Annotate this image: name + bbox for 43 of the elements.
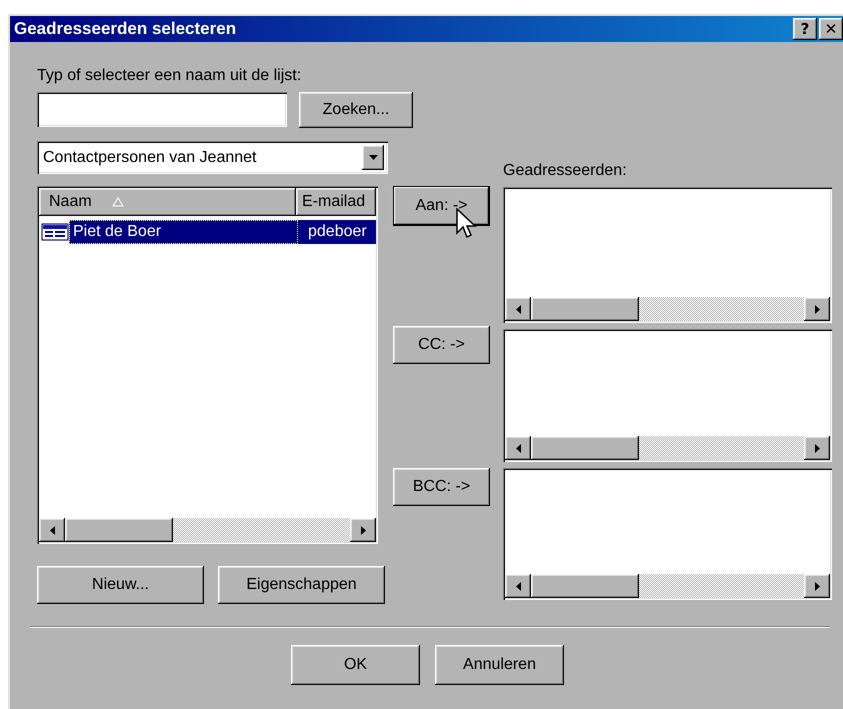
new-button[interactable]: Nieuw...: [37, 566, 204, 604]
window-title: Geadresseerden selecteren: [14, 19, 236, 39]
contact-card-icon: [41, 222, 69, 242]
recipients-label: Geadresseerden:: [503, 161, 628, 181]
sort-triangle-icon: [112, 197, 124, 207]
add-recipient-button[interactable]: CC: ->: [393, 326, 490, 364]
search-field[interactable]: [37, 92, 287, 127]
scroll-right-button[interactable]: [804, 297, 830, 321]
help-button[interactable]: ?: [793, 18, 817, 40]
right-arrow-icon: [814, 304, 820, 314]
scroll-left-button[interactable]: [39, 518, 65, 542]
scroll-left-button[interactable]: [505, 574, 531, 598]
ok-button[interactable]: OK: [291, 645, 420, 685]
address-book-dropdown[interactable]: Contactpersonen van Jeannet: [37, 141, 388, 174]
column-header[interactable]: Naam: [39, 188, 296, 216]
cancel-button[interactable]: Annuleren: [435, 645, 564, 685]
scroll-thumb[interactable]: [531, 297, 639, 321]
scroll-left-button[interactable]: [505, 297, 531, 321]
right-arrow-icon: [814, 444, 820, 452]
left-arrow-icon: [516, 304, 520, 314]
left-arrow-icon: [50, 526, 54, 534]
right-arrow-icon: [814, 582, 820, 590]
scroll-right-button[interactable]: [350, 518, 376, 542]
scroll-right-button[interactable]: [804, 574, 830, 598]
scroll-thumb[interactable]: [531, 574, 639, 598]
recipient-list[interactable]: [503, 329, 832, 462]
scroll-thumb[interactable]: [531, 436, 639, 460]
right-arrow-icon: [360, 526, 366, 534]
close-button[interactable]: ✕: [819, 18, 843, 40]
scroll-left-button[interactable]: [505, 436, 531, 460]
search-label: Typ of selecteer een naam uit de lijst:: [37, 66, 302, 86]
scroll-thumb[interactable]: [65, 518, 173, 542]
left-arrow-icon: [516, 444, 520, 452]
dropdown-arrow-icon: [368, 155, 378, 160]
search-button[interactable]: Zoeken...: [299, 92, 413, 128]
add-recipient-button[interactable]: Aan: ->: [393, 186, 490, 226]
column-header[interactable]: E-mailad: [296, 188, 376, 216]
left-arrow-icon: [516, 582, 520, 590]
properties-button[interactable]: Eigenschappen: [218, 566, 385, 604]
recipient-list[interactable]: [503, 187, 832, 323]
add-recipient-button[interactable]: BCC: ->: [393, 468, 490, 506]
recipient-list[interactable]: [503, 468, 832, 600]
scroll-right-button[interactable]: [804, 436, 830, 460]
